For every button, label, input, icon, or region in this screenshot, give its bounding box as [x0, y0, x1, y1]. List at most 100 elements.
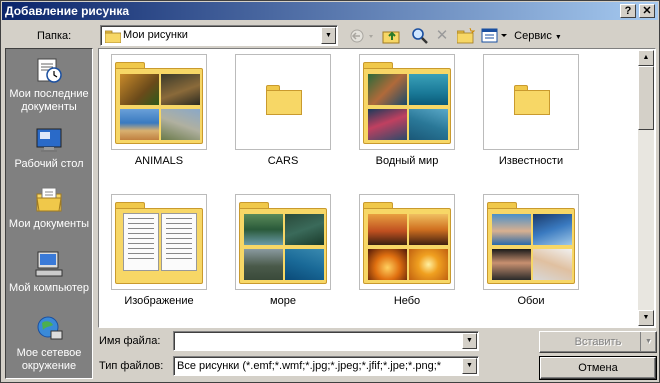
folder-item-water-world[interactable]: Водный мир — [352, 51, 462, 181]
photo-thumbnail — [368, 214, 407, 245]
chevron-down-icon[interactable]: ▼ — [462, 358, 477, 374]
file-name-input[interactable]: ▼ — [173, 331, 479, 351]
folder-thumbnail — [483, 54, 579, 150]
folder-name: CARS — [267, 155, 299, 167]
delete-button[interactable]: ✕ — [433, 26, 451, 46]
insert-button-label: Вставить — [574, 336, 622, 348]
my-computer-icon — [35, 251, 63, 277]
file-type-value: Все рисунки (*.emf;*.wmf;*.jpg;*.jpeg;*.… — [177, 360, 442, 372]
recent-documents-icon — [37, 58, 62, 83]
search-web-button[interactable] — [410, 26, 430, 46]
file-type-label: Тип файлов: — [99, 360, 164, 372]
photo-thumbnail — [533, 249, 572, 280]
title-bar: Добавление рисунка ? ✕ — [2, 2, 658, 20]
photo-thumbnail — [120, 109, 159, 140]
folder-icon — [363, 198, 451, 286]
document-page — [161, 213, 197, 271]
photo-thumbnail — [409, 74, 448, 105]
folder-thumbnail — [111, 194, 207, 290]
cancel-button[interactable]: Отмена — [539, 356, 657, 380]
scrollbar-thumb[interactable] — [638, 66, 654, 130]
place-recent-documents[interactable]: Мои последние документы — [6, 55, 92, 114]
folder-icon — [266, 85, 302, 115]
file-type-select[interactable]: Все рисунки (*.emf;*.wmf;*.jpg;*.jpeg;*.… — [173, 356, 479, 376]
photo-thumbnail — [120, 74, 159, 105]
photo-thumbnail — [285, 214, 324, 245]
folder-name: ANIMALS — [134, 155, 184, 167]
file-list-view: ANIMALS CARS Водный мир Известности Изоб… — [98, 48, 656, 328]
photo-thumbnail — [161, 74, 200, 105]
look-in-label: Папка: — [37, 30, 72, 42]
place-my-computer[interactable]: Мой компьютер — [6, 249, 92, 295]
place-label: Мои документы — [8, 218, 90, 230]
insert-button[interactable]: Вставить ▼ — [539, 331, 657, 353]
folder-item-wallpapers[interactable]: Обои — [476, 191, 586, 321]
folder-thumbnail — [235, 54, 331, 150]
network-places-icon — [37, 316, 63, 340]
photo-thumbnail — [368, 109, 407, 140]
photo-thumbnail — [492, 249, 531, 280]
photo-thumbnail — [492, 214, 531, 245]
places-bar: Мои последние документы Рабочий стол Мои… — [5, 48, 93, 379]
vertical-scrollbar[interactable]: ▲ ▼ — [638, 50, 654, 326]
chevron-down-icon[interactable]: ▼ — [321, 27, 336, 44]
photo-thumbnail — [244, 249, 283, 280]
scroll-up-button[interactable]: ▲ — [638, 50, 654, 66]
document-page — [123, 213, 159, 271]
up-one-level-button[interactable] — [381, 26, 403, 46]
place-label: Мои последние документы — [9, 88, 89, 113]
photo-thumbnail — [161, 109, 200, 140]
search-icon — [412, 28, 428, 44]
folder-icon — [115, 198, 203, 286]
folder-icon — [239, 198, 327, 286]
photo-thumbnail — [409, 249, 448, 280]
folder-name: Изображение — [124, 295, 194, 307]
folder-name: Водный мир — [375, 155, 439, 167]
insert-options-arrow[interactable]: ▼ — [640, 332, 656, 352]
back-button[interactable] — [347, 26, 377, 46]
folder-icon — [105, 30, 121, 43]
views-icon — [481, 28, 507, 43]
place-desktop[interactable]: Рабочий стол — [6, 125, 92, 171]
place-label: Мое сетевое окружение — [16, 347, 82, 372]
photo-thumbnail — [285, 249, 324, 280]
my-documents-icon — [36, 187, 62, 212]
tools-menu-button[interactable]: Сервис ▼ — [513, 26, 563, 46]
photo-thumbnail — [409, 214, 448, 245]
folder-item-sky[interactable]: Небо — [352, 191, 462, 321]
photo-thumbnail — [244, 214, 283, 245]
chevron-down-icon: ▼ — [554, 34, 562, 41]
insert-picture-dialog: Добавление рисунка ? ✕ Папка: Мои рисунк… — [0, 0, 660, 383]
folder-item-sea[interactable]: море — [228, 191, 338, 321]
folder-icon — [514, 85, 550, 115]
folder-icon — [363, 58, 451, 146]
folder-item-celebrities[interactable]: Известности — [476, 51, 586, 181]
create-folder-button[interactable] — [456, 26, 476, 46]
help-button[interactable]: ? — [620, 4, 636, 18]
folder-name: Обои — [517, 295, 545, 307]
folder-thumbnail — [111, 54, 207, 150]
look-in-value: Мои рисунки — [123, 29, 188, 41]
views-button[interactable] — [480, 26, 510, 46]
folder-thumbnail — [359, 54, 455, 150]
folder-item-images[interactable]: Изображение — [104, 191, 214, 321]
file-name-label: Имя файла: — [99, 335, 161, 347]
scroll-down-button[interactable]: ▼ — [638, 310, 654, 326]
folder-thumbnail — [235, 194, 331, 290]
folder-up-icon — [382, 31, 400, 44]
look-in-combo[interactable]: Мои рисунки ▼ — [100, 25, 338, 46]
chevron-down-icon[interactable]: ▼ — [462, 333, 477, 349]
desktop-icon — [36, 128, 62, 152]
folder-icon — [115, 58, 203, 146]
photo-thumbnail — [368, 249, 407, 280]
place-my-documents[interactable]: Мои документы — [6, 185, 92, 231]
folder-icon — [487, 198, 575, 286]
place-label: Рабочий стол — [14, 158, 84, 170]
tools-menu-label: Сервис — [514, 30, 552, 42]
close-button[interactable]: ✕ — [639, 4, 655, 18]
back-arrow-icon — [350, 29, 373, 43]
photo-thumbnail — [533, 214, 572, 245]
folder-item-animals[interactable]: ANIMALS — [104, 51, 214, 181]
folder-item-cars[interactable]: CARS — [228, 51, 338, 181]
place-network-places[interactable]: Мое сетевое окружение — [6, 314, 92, 373]
